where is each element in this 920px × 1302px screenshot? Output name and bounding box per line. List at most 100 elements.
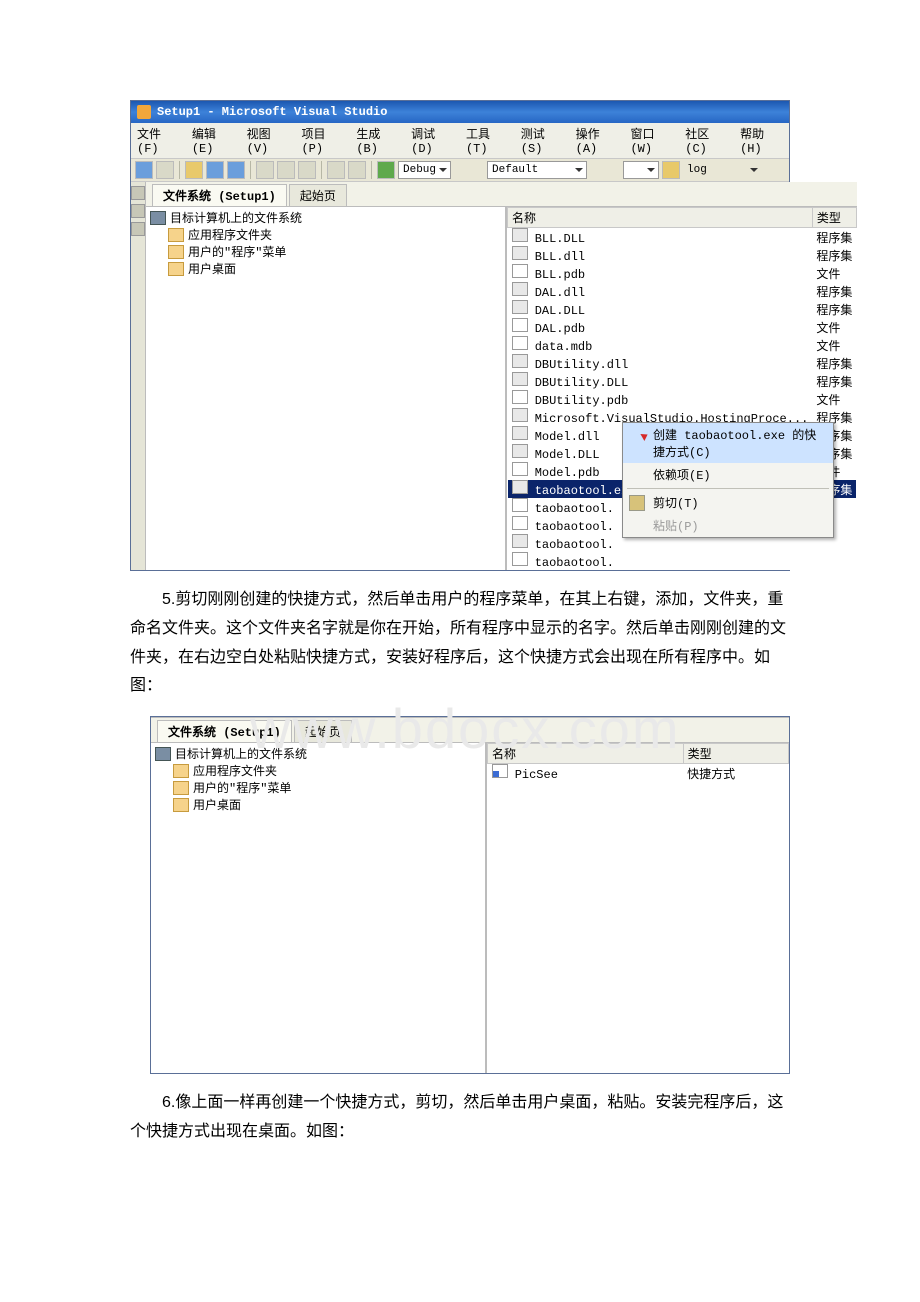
file-type: 文件 [812,336,856,354]
assembly-icon [512,354,528,368]
titlebar[interactable]: Setup1 - Microsoft Visual Studio [131,101,789,123]
menu-file[interactable]: 文件(F) [137,125,180,156]
paragraph-step5: 5.剪切刚刚创建的快捷方式，然后单击用户的程序菜单，在其上右键，添加，文件夹，重… [130,586,790,701]
file-type: 快捷方式 [683,764,788,783]
vs-icon [137,105,151,119]
fs-tree[interactable]: 目标计算机上的文件系统 应用程序文件夹 用户的"程序"菜单 [146,207,507,570]
tab-startpage[interactable]: 起始页 [294,720,352,742]
list-item[interactable]: BLL.pdb文件 [508,264,857,282]
toolbar[interactable]: Debug Default log [131,158,789,182]
paragraph-step6: 6.像上面一样再创建一个快捷方式，剪切，然后单击用户桌面，粘贴。安装完程序后，这… [130,1089,790,1147]
list-item[interactable]: DAL.pdb文件 [508,318,857,336]
doc-tabs[interactable]: 文件系统 (Setup1) 起始页 [146,182,857,207]
list-item[interactable]: DBUtility.pdb文件 [508,390,857,408]
doc-tabs[interactable]: 文件系统 (Setup1) 起始页 [151,717,789,743]
list-item[interactable]: DBUtility.dll程序集 [508,354,857,372]
find-combo[interactable] [623,161,659,179]
ctx-dependencies[interactable]: 依赖项(E) [623,463,833,486]
tree-programs-menu[interactable]: 用户的"程序"菜单 [153,779,483,796]
col-type[interactable]: 类型 [683,744,788,764]
menu-tools[interactable]: 工具(T) [466,125,509,156]
menu-edit[interactable]: 编辑(E) [192,125,235,156]
col-name[interactable]: 名称 [508,208,813,228]
file-name: DAL.DLL [535,304,585,318]
find-icon[interactable] [662,161,680,179]
undo-icon[interactable] [327,161,345,179]
tab-startpage[interactable]: 起始页 [289,184,347,206]
tree-root[interactable]: 目标计算机上的文件系统 [153,745,483,762]
list-item[interactable]: data.mdb文件 [508,336,857,354]
ctx-cut[interactable]: 剪切(T) [623,491,833,514]
file-name: DBUtility.pdb [535,394,629,408]
list-item[interactable]: DAL.DLL程序集 [508,300,857,318]
tree-programs-menu[interactable]: 用户的"程序"菜单 [148,243,503,260]
folder-icon [168,262,184,276]
toolbar-btn[interactable] [135,161,153,179]
tree-label: 应用程序文件夹 [193,762,277,779]
platform-combo[interactable]: Default [487,161,587,179]
tree-app-folder[interactable]: 应用程序文件夹 [148,226,503,243]
folder-icon [173,798,189,812]
assembly-icon [512,408,528,422]
redo-icon[interactable] [348,161,366,179]
ctx-create-shortcut[interactable]: 创建 taobaotool.exe 的快捷方式(C) [623,423,833,463]
fs-list[interactable]: 名称 类型 BLL.DLL程序集 BLL.dll程序集 BLL.pdb文件 DA… [507,207,857,570]
fs-list[interactable]: 名称 类型 PicSee 快捷方式 [487,743,789,1073]
folder-icon [168,228,184,242]
file-type [812,552,856,570]
shortcut-icon [492,764,508,778]
menu-community[interactable]: 社区(C) [685,125,728,156]
copy-icon[interactable] [277,161,295,179]
save-icon[interactable] [206,161,224,179]
toolbox-icon[interactable] [131,186,145,200]
context-menu[interactable]: 创建 taobaotool.exe 的快捷方式(C) 依赖项(E) 剪切(T) [622,422,834,538]
file-name: DAL.dll [535,286,585,300]
file-name: BLL.pdb [535,268,585,282]
menu-project[interactable]: 项目(P) [301,125,344,156]
list-item[interactable]: PicSee 快捷方式 [488,764,789,783]
menubar[interactable]: 文件(F) 编辑(E) 视图(V) 项目(P) 生成(B) 调试(D) 工具(T… [131,123,789,158]
file-type: 程序集 [812,372,856,390]
col-type[interactable]: 类型 [812,208,856,228]
open-icon[interactable] [185,161,203,179]
menu-help[interactable]: 帮助(H) [740,125,783,156]
log-combo[interactable]: log [683,162,761,178]
menu-action[interactable]: 操作(A) [576,125,619,156]
list-item[interactable]: BLL.DLL程序集 [508,228,857,247]
menu-window[interactable]: 窗口(W) [630,125,673,156]
folder-icon [168,245,184,259]
tab-filesystem[interactable]: 文件系统 (Setup1) [157,720,292,742]
col-name[interactable]: 名称 [488,744,684,764]
list-item[interactable]: taobaotool. [508,552,857,570]
menu-view[interactable]: 视图(V) [247,125,290,156]
side-toolbox[interactable] [131,182,146,570]
file-name: Model.dll [535,430,600,444]
assembly-icon [512,300,528,314]
file-icon [512,498,528,512]
toolbar-btn[interactable] [156,161,174,179]
menu-debug[interactable]: 调试(D) [411,125,454,156]
tree-user-desktop[interactable]: 用户桌面 [153,796,483,813]
menu-build[interactable]: 生成(B) [356,125,399,156]
play-icon[interactable] [377,161,395,179]
tree-root[interactable]: 目标计算机上的文件系统 [148,209,503,226]
toolbox-icon[interactable] [131,204,145,218]
save-all-icon[interactable] [227,161,245,179]
tree-user-desktop[interactable]: 用户桌面 [148,260,503,277]
paste-icon[interactable] [298,161,316,179]
file-name: taobaotool.exe [535,484,636,498]
list-item[interactable]: DAL.dll程序集 [508,282,857,300]
file-icon [512,552,528,566]
list-item[interactable]: BLL.dll程序集 [508,246,857,264]
toolbox-icon[interactable] [131,222,145,236]
menu-test[interactable]: 测试(S) [521,125,564,156]
assembly-icon [512,246,528,260]
list-item[interactable]: DBUtility.DLL程序集 [508,372,857,390]
config-combo[interactable]: Debug [398,161,451,179]
cut-icon[interactable] [256,161,274,179]
tree-label: 用户的"程序"菜单 [193,779,291,796]
tree-app-folder[interactable]: 应用程序文件夹 [153,762,483,779]
file-name: taobaotool. [535,556,614,570]
tab-filesystem[interactable]: 文件系统 (Setup1) [152,184,287,206]
fs-tree[interactable]: 目标计算机上的文件系统 应用程序文件夹 用户的"程序"菜单 [151,743,487,1073]
